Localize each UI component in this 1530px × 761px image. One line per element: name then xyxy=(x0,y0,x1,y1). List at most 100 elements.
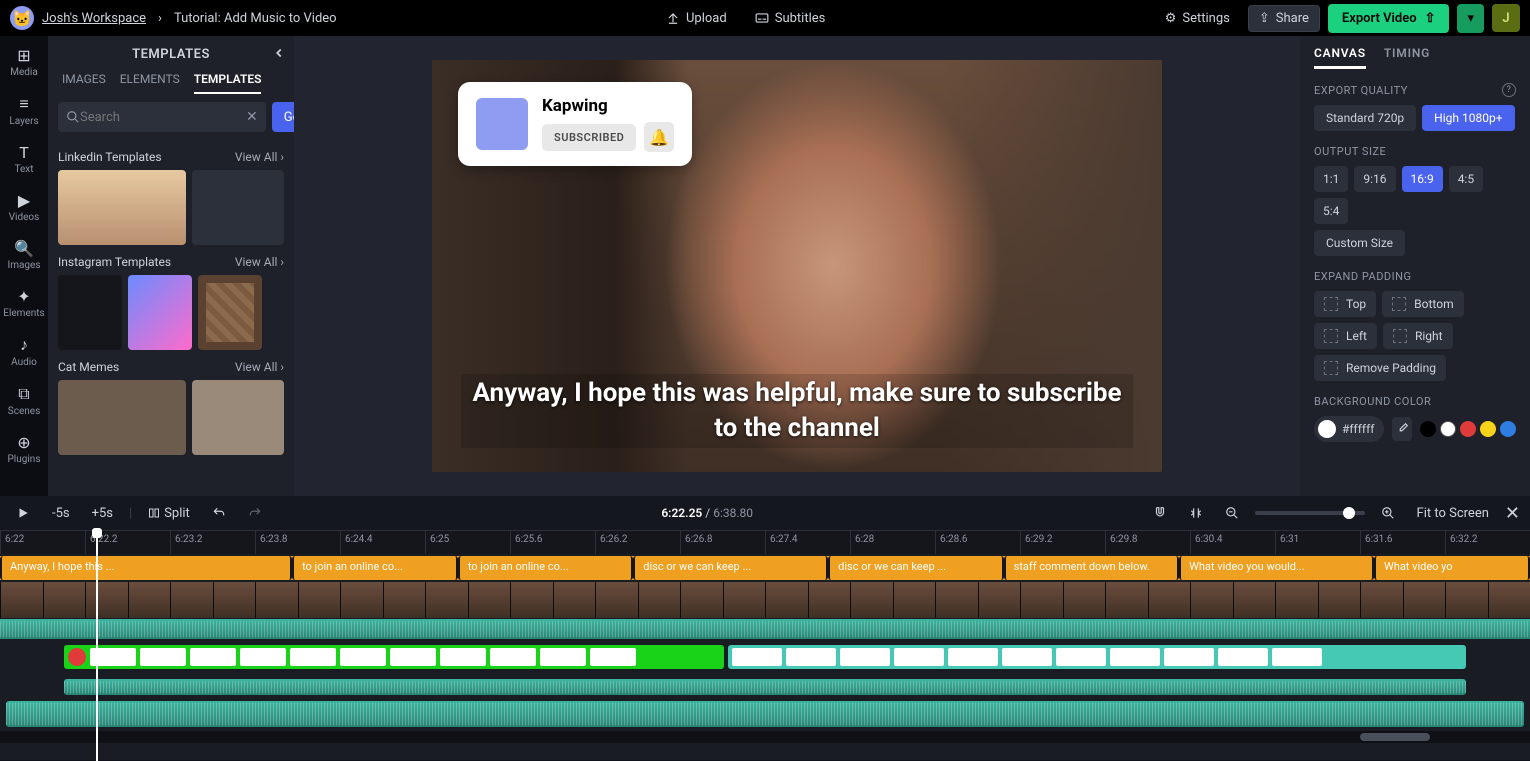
ruler-tick[interactable]: 6:27.4 xyxy=(765,531,850,554)
view-all-link[interactable]: View All › xyxy=(235,150,284,164)
overlay-clip[interactable] xyxy=(64,645,724,669)
ruler-tick[interactable]: 6:28 xyxy=(850,531,935,554)
export-button[interactable]: Export Video ⇧ xyxy=(1328,4,1450,33)
ruler-tick[interactable]: 6:23.8 xyxy=(255,531,340,554)
ruler-tick[interactable]: 6:24.4 xyxy=(340,531,425,554)
pad-top[interactable]: Top xyxy=(1314,291,1376,317)
template-thumb[interactable] xyxy=(58,170,186,245)
split-button[interactable]: Split xyxy=(142,503,196,524)
rtab-canvas[interactable]: CANVAS xyxy=(1314,46,1366,69)
upload-button[interactable]: Upload xyxy=(656,6,737,31)
caption-clip[interactable]: to join an online co... xyxy=(292,556,458,580)
back-5s-button[interactable]: -5s xyxy=(46,503,76,524)
quality-option[interactable]: High 1080p+ xyxy=(1422,105,1514,131)
ratio-option[interactable]: 16:9 xyxy=(1402,166,1443,192)
tool-elements[interactable]: ✦Elements xyxy=(3,283,44,323)
tool-audio[interactable]: ♪Audio xyxy=(11,331,37,372)
template-thumb[interactable] xyxy=(192,170,284,245)
ruler-tick[interactable]: 6:23.2 xyxy=(170,531,255,554)
pad-bottom[interactable]: Bottom xyxy=(1382,291,1463,317)
ruler-tick[interactable]: 6:22 xyxy=(0,531,85,554)
subscribed-button[interactable]: SUBSCRIBED xyxy=(542,124,636,151)
ratio-option[interactable]: 5:4 xyxy=(1314,198,1348,224)
caption-clip[interactable]: disc or we can keep ... xyxy=(828,556,1003,580)
export-dropdown[interactable]: ▾ xyxy=(1457,4,1484,33)
ruler-tick[interactable]: 6:28.6 xyxy=(935,531,1020,554)
search-input[interactable] xyxy=(80,110,246,125)
trim-button[interactable] xyxy=(1183,503,1209,523)
fit-to-screen-button[interactable]: Fit to Screen xyxy=(1411,503,1495,524)
overlay-track[interactable] xyxy=(0,645,1530,673)
color-preset[interactable] xyxy=(1480,421,1496,437)
tool-images[interactable]: 🔍Images xyxy=(7,235,40,275)
view-all-link[interactable]: View All › xyxy=(235,360,284,374)
tool-media[interactable]: ⊞Media xyxy=(10,42,38,82)
ruler-tick[interactable]: 6:29.8 xyxy=(1105,531,1190,554)
scrollbar-thumb[interactable] xyxy=(1360,733,1430,741)
caption-clip[interactable]: to join an online co... xyxy=(458,556,633,580)
ruler-tick[interactable]: 6:30.4 xyxy=(1190,531,1275,554)
audio-waveform-track[interactable] xyxy=(0,619,1530,639)
workspace-avatar[interactable]: 🐱 xyxy=(10,6,34,30)
caption-clip[interactable]: What video you would... xyxy=(1179,556,1374,580)
color-preset[interactable] xyxy=(1460,421,1476,437)
bell-icon[interactable]: 🔔 xyxy=(644,122,674,152)
quality-option[interactable]: Standard 720p xyxy=(1314,105,1416,131)
music-track[interactable] xyxy=(6,701,1524,727)
playhead[interactable] xyxy=(96,531,98,761)
magnet-button[interactable] xyxy=(1147,503,1173,523)
help-icon[interactable]: ? xyxy=(1502,83,1516,97)
color-value[interactable]: #ffffff xyxy=(1314,416,1384,442)
tab-elements[interactable]: ELEMENTS xyxy=(120,72,180,94)
ruler-tick[interactable]: 6:25.6 xyxy=(510,531,595,554)
search-input-wrap[interactable]: ✕ xyxy=(58,102,266,132)
user-avatar[interactable]: J xyxy=(1492,4,1520,32)
overlay-clip[interactable] xyxy=(728,645,1466,669)
template-thumb[interactable] xyxy=(198,275,262,350)
template-thumb[interactable] xyxy=(58,380,186,455)
eyedropper-button[interactable] xyxy=(1392,417,1412,441)
caption-clip[interactable]: disc or we can keep ... xyxy=(633,556,828,580)
color-preset[interactable] xyxy=(1500,421,1516,437)
undo-button[interactable] xyxy=(206,503,232,523)
tool-layers[interactable]: ≡Layers xyxy=(9,90,38,131)
subscribe-overlay[interactable]: Kapwing SUBSCRIBED 🔔 xyxy=(458,82,692,166)
rtab-timing[interactable]: TIMING xyxy=(1384,46,1430,69)
ratio-option[interactable]: 9:16 xyxy=(1354,166,1395,192)
clear-search-button[interactable]: ✕ xyxy=(246,109,258,125)
video-canvas[interactable]: Kapwing SUBSCRIBED 🔔 Anyway, I hope this… xyxy=(432,60,1162,472)
template-thumb[interactable] xyxy=(58,275,122,350)
remove-padding-button[interactable]: Remove Padding xyxy=(1314,355,1446,381)
audio-clip[interactable] xyxy=(64,679,1466,695)
tab-images[interactable]: IMAGES xyxy=(62,72,106,94)
video-track[interactable] xyxy=(0,582,1530,618)
share-button[interactable]: ⇪ Share xyxy=(1248,5,1320,32)
tool-text[interactable]: TText xyxy=(14,139,33,179)
tool-videos[interactable]: ▶Videos xyxy=(9,187,40,227)
subtitles-button[interactable]: Subtitles xyxy=(745,6,836,31)
ruler-tick[interactable]: 6:32.2 xyxy=(1445,531,1530,554)
pad-left[interactable]: Left xyxy=(1314,323,1377,349)
zoom-out-button[interactable] xyxy=(1219,503,1245,523)
close-timeline-button[interactable]: ✕ xyxy=(1505,503,1520,524)
collapse-panel-button[interactable] xyxy=(272,46,286,60)
caption-clip[interactable]: Anyway, I hope this ... xyxy=(0,556,292,580)
pad-right[interactable]: Right xyxy=(1383,323,1453,349)
color-preset[interactable] xyxy=(1420,421,1436,437)
caption-clip[interactable]: What video yo xyxy=(1374,556,1530,580)
play-button[interactable] xyxy=(10,503,36,523)
ratio-option[interactable]: 4:5 xyxy=(1449,166,1483,192)
ratio-option[interactable]: 1:1 xyxy=(1314,166,1348,192)
template-thumb[interactable] xyxy=(192,380,284,455)
workspace-link[interactable]: Josh's Workspace xyxy=(42,11,146,26)
ruler-tick[interactable]: 6:29.2 xyxy=(1020,531,1105,554)
tab-templates[interactable]: TEMPLATES xyxy=(194,72,262,94)
ruler-tick[interactable]: 6:31 xyxy=(1275,531,1360,554)
ruler-tick[interactable]: 6:26.8 xyxy=(680,531,765,554)
caption-clip[interactable]: staff comment down below. xyxy=(1004,556,1179,580)
ruler-tick[interactable]: 6:25 xyxy=(425,531,510,554)
settings-button[interactable]: ⚙ Settings xyxy=(1155,6,1240,31)
tool-plugins[interactable]: ⊕Plugins xyxy=(8,429,41,469)
redo-button[interactable] xyxy=(242,503,268,523)
template-thumb[interactable] xyxy=(128,275,192,350)
